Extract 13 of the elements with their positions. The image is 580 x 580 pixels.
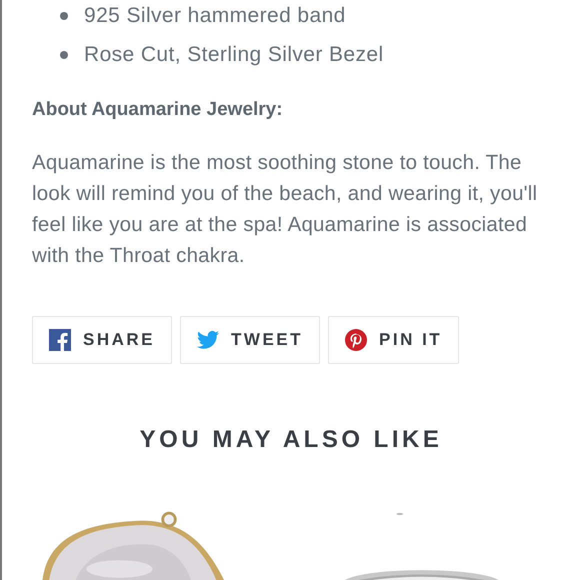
- description-paragraph: Aquamarine is the most soothing stone to touch. The look will remind you of the beach, and wearing it, you'll feel like you are at the spa! Aquamarine is associated with the Throat chakra.: [32, 150, 538, 269]
- bird-icon: [197, 329, 220, 351]
- list-item: Rose Cut, Sterling Silver Bezel: [84, 43, 384, 66]
- section-heading: About Aquamarine Jewelry:: [32, 99, 283, 121]
- list-item: 925 Silver hammered band: [84, 4, 346, 27]
- bullet-icon: [60, 51, 68, 59]
- facebook-icon: [49, 329, 71, 351]
- share-button[interactable]: PIN IT: [328, 316, 460, 364]
- bullet-icon: [60, 12, 68, 20]
- section-heading: YOU MAY ALSO LIKE: [140, 426, 442, 454]
- share-button[interactable]: TWEET: [180, 316, 320, 364]
- pinterest-icon: [345, 329, 368, 351]
- share-button[interactable]: SHARE: [32, 316, 172, 364]
